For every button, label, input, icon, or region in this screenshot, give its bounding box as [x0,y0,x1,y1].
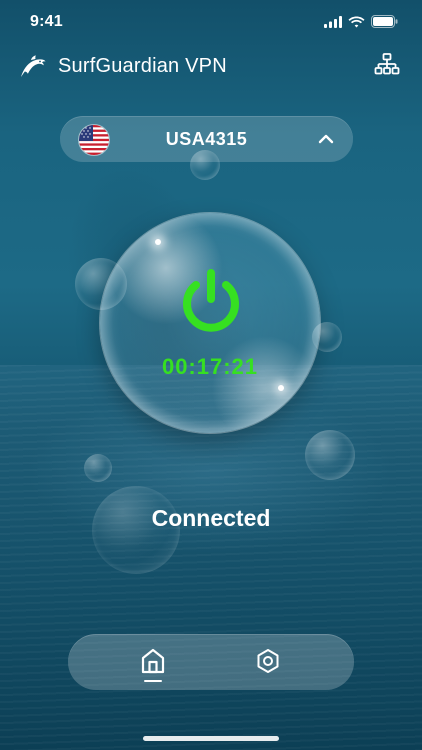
power-icon [183,269,239,332]
wifi-icon [348,16,365,27]
home-icon[interactable] [140,646,166,676]
connection-timer: 00:17:21 [161,354,259,379]
settings-icon[interactable] [255,648,281,674]
decorative-bubble [190,150,220,180]
bottom-nav [68,634,354,690]
nav-active-indicator [144,680,162,682]
status-time: 9:41 [30,13,63,30]
vpn-home-screen: 9:41 SurfGuardian VPN USA4315 00:17:21 C… [0,0,422,750]
chevron-up-icon[interactable] [315,128,337,150]
status-bar: 9:41 [0,0,422,44]
network-icon[interactable] [374,52,400,78]
app-title: SurfGuardian VPN [58,55,227,77]
dolphin-logo-icon [21,55,46,77]
battery-icon [371,15,398,28]
decorative-bubble [305,430,355,480]
power-button[interactable]: 00:17:21 [100,213,320,433]
connection-status: Connected [151,505,271,531]
app-header: SurfGuardian VPN [0,48,422,88]
bubble-sparkle [278,385,284,391]
server-name: USA4315 [165,129,248,149]
bubble-sparkle [155,239,161,245]
signal-icon [324,15,342,28]
decorative-bubble [84,454,112,482]
home-indicator [143,736,279,741]
status-icons [324,15,398,28]
